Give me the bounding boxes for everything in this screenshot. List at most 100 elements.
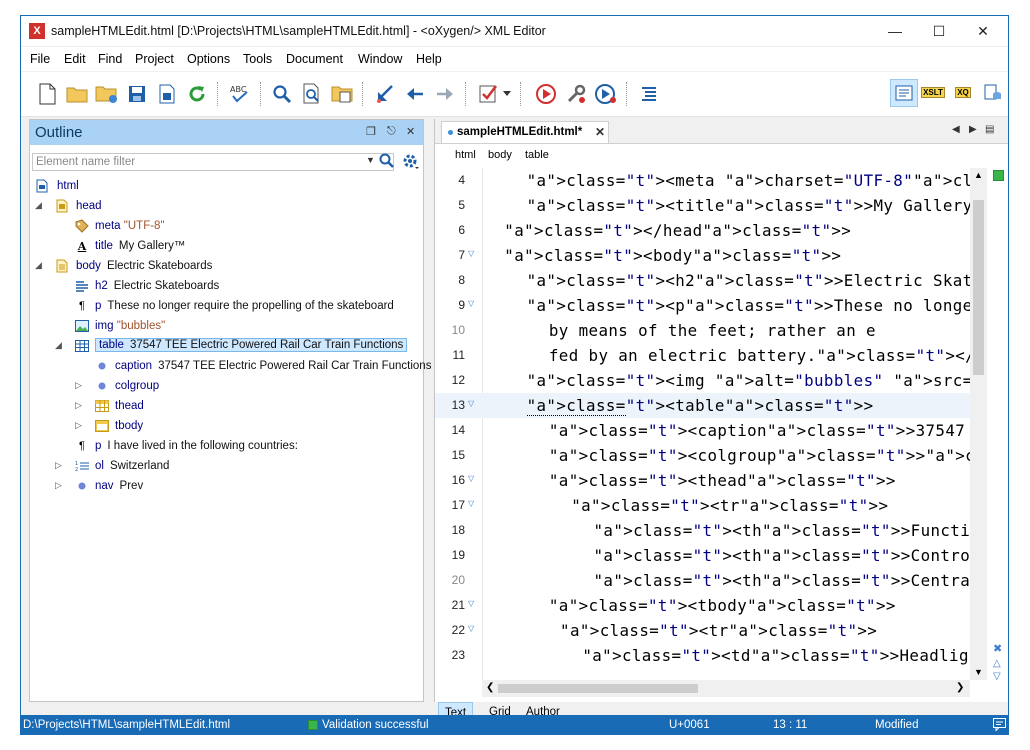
fold-toggle-icon[interactable]: ▽ [468,249,474,258]
fold-toggle-icon[interactable]: ▽ [468,399,474,408]
tree-row-colgroup[interactable]: ▷ colgroup [30,377,423,397]
format-indent-icon[interactable] [637,82,661,106]
fold-toggle-icon[interactable]: ▽ [468,299,474,308]
code-line[interactable]: 18 "a">class="t"><th"a">class="t">>Functi… [435,518,970,543]
scroll-left-icon[interactable]: ❮ [486,682,494,693]
vertical-scrollbar[interactable]: ▲ ▼ [970,168,987,680]
validate-dropdown-icon[interactable] [501,82,513,106]
close-panel-icon[interactable]: ✕ [406,125,415,138]
tree-row-html[interactable]: html [30,177,423,197]
fold-toggle-icon[interactable]: ▽ [468,599,474,608]
filter-search-icon[interactable] [379,153,395,172]
apply-transformation-icon[interactable] [534,82,558,106]
collapse-all-icon[interactable]: ✖ [993,642,1002,655]
tree-row-ol[interactable]: ▷ 12 ol Switzerland [30,457,423,477]
scroll-right-icon[interactable]: ❯ [956,682,964,693]
code-line[interactable]: 19 "a">class="t"><th"a">class="t">>Contro… [435,543,970,568]
menu-find[interactable]: Find [98,52,122,66]
menu-help[interactable]: Help [416,52,442,66]
code-line[interactable]: 20 "a">class="t"><th"a">class="t">>Centra… [435,568,970,593]
code-line[interactable]: 15 "a">class="t"><colgroup"a">class="t">>… [435,443,970,468]
editor-perspective-icon[interactable] [890,79,918,107]
status-validation[interactable]: Validation successful [322,719,429,731]
prev-problem-icon[interactable]: △ [993,658,1001,669]
new-file-icon[interactable] [35,82,59,106]
tree-row-h2[interactable]: h2 Electric Skateboards [30,277,423,297]
find-in-files-icon[interactable] [300,82,324,106]
collapsed-triangle-icon[interactable]: ▷ [55,480,62,491]
pin-panel-icon[interactable]: ⎋ [387,125,396,138]
open-folder-icon[interactable] [65,82,89,106]
messages-icon[interactable] [993,718,1006,734]
tab-previous-icon[interactable]: ◀ [952,124,960,135]
save-icon[interactable] [125,82,149,106]
code-line[interactable]: 16 ▽ "a">class="t"><thead"a">class="t">> [435,468,970,493]
menu-document[interactable]: Document [286,52,343,66]
code-line[interactable]: 13 ▽ "a">class="t"><table"a">class="t">> [435,393,970,418]
last-edit-icon[interactable] [373,82,397,106]
element-filter-input[interactable] [33,154,356,170]
expanded-triangle-icon[interactable]: ◢ [55,340,62,351]
menu-project[interactable]: Project [135,52,174,66]
back-arrow-icon[interactable] [403,82,427,106]
fold-toggle-icon[interactable]: ▽ [468,474,474,483]
tree-row-tbody[interactable]: ▷ tbody [30,417,423,437]
code-line[interactable]: 14 "a">class="t"><caption"a">class="t">>3… [435,418,970,443]
breadcrumb-table[interactable]: table [525,149,549,161]
scroll-down-icon[interactable]: ▼ [974,667,983,677]
validate-icon[interactable] [477,82,501,106]
fold-toggle-icon[interactable]: ▽ [468,624,474,633]
close-tab-icon[interactable]: ✕ [595,125,605,139]
element-filter[interactable]: ▼ [32,153,394,171]
vertical-scroll-thumb[interactable] [973,200,984,375]
menu-window[interactable]: Window [358,52,402,66]
close-window-button[interactable]: ✕ [961,16,1005,46]
menu-edit[interactable]: Edit [64,52,86,66]
collapsed-triangle-icon[interactable]: ▷ [75,380,82,391]
tree-row-img[interactable]: img "bubbles" [30,317,423,337]
collapsed-triangle-icon[interactable]: ▷ [55,460,62,471]
restore-panel-icon[interactable]: ❐ [366,125,376,138]
code-line[interactable]: 8 "a">class="t"><h2"a">class="t">>Electri… [435,268,970,293]
tree-row-title[interactable]: A title My Gallery™ [30,237,423,257]
open-url-icon[interactable] [95,82,119,106]
spellcheck-icon[interactable]: ABC [228,82,252,106]
minimize-button[interactable]: — [873,16,917,46]
code-editor[interactable]: 4 "a">class="t"><meta "a">charset="UTF-8"… [435,168,970,680]
tree-row-p2[interactable]: ¶ p I have lived in the following countri… [30,437,423,457]
tree-row-p[interactable]: ¶ p These no longer require the propellin… [30,297,423,317]
tree-row-table[interactable]: ◢ table 37547 TEE Electric Powered Rail C… [30,337,423,357]
menu-file[interactable]: File [30,52,50,66]
tree-row-body[interactable]: ◢ body Electric Skateboards [30,257,423,277]
horizontal-scrollbar[interactable]: ❮ ❯ [482,680,970,697]
code-line[interactable]: 23 "a">class="t"><td"a">class="t">>Headli… [435,643,970,668]
code-line[interactable]: 9 ▽ "a">class="t"><p"a">class="t">>These n… [435,293,970,318]
configure-scenario-icon[interactable] [564,82,588,106]
menu-options[interactable]: Options [187,52,230,66]
editor-tab[interactable]: sampleHTMLEdit.html* ✕ [441,121,609,143]
tab-next-icon[interactable]: ▶ [969,124,977,135]
code-line[interactable]: 12 "a">class="t"><img "a">alt="bubbles" "… [435,368,970,393]
xquery-debugger-perspective-icon[interactable]: XQ [950,79,976,105]
code-line[interactable]: 4 "a">class="t"><meta "a">charset="UTF-8"… [435,168,970,193]
horizontal-scroll-thumb[interactable] [498,684,698,693]
scroll-up-icon[interactable]: ▲ [974,170,983,180]
outline-settings-gear-icon[interactable] [402,153,420,174]
filter-dropdown-icon[interactable]: ▼ [366,155,375,165]
code-line[interactable]: 17 ▽ "a">class="t"><tr"a">class="t">> [435,493,970,518]
tree-row-head[interactable]: ◢ head [30,197,423,217]
save-all-icon[interactable] [155,82,179,106]
code-line[interactable]: 21 ▽ "a">class="t"><tbody"a">class="t">> [435,593,970,618]
code-line[interactable]: 6 "a">class="t"></head"a">class="t">> [435,218,970,243]
tab-list-icon[interactable]: ▤ [985,124,994,135]
code-line[interactable]: 11 fed by an electric battery."a">class="… [435,343,970,368]
expanded-triangle-icon[interactable]: ◢ [35,260,42,271]
tree-row-meta[interactable]: meta "UTF-8" [30,217,423,237]
tree-row-thead[interactable]: ▷ thead [30,397,423,417]
tree-row-nav[interactable]: ▷ nav Prev [30,477,423,497]
collapsed-triangle-icon[interactable]: ▷ [75,400,82,411]
find-icon[interactable] [270,82,294,106]
next-problem-icon[interactable]: ▽ [993,671,1001,682]
debug-scenario-icon[interactable] [594,82,618,106]
xslt-debugger-perspective-icon[interactable]: XSLT [920,79,946,105]
